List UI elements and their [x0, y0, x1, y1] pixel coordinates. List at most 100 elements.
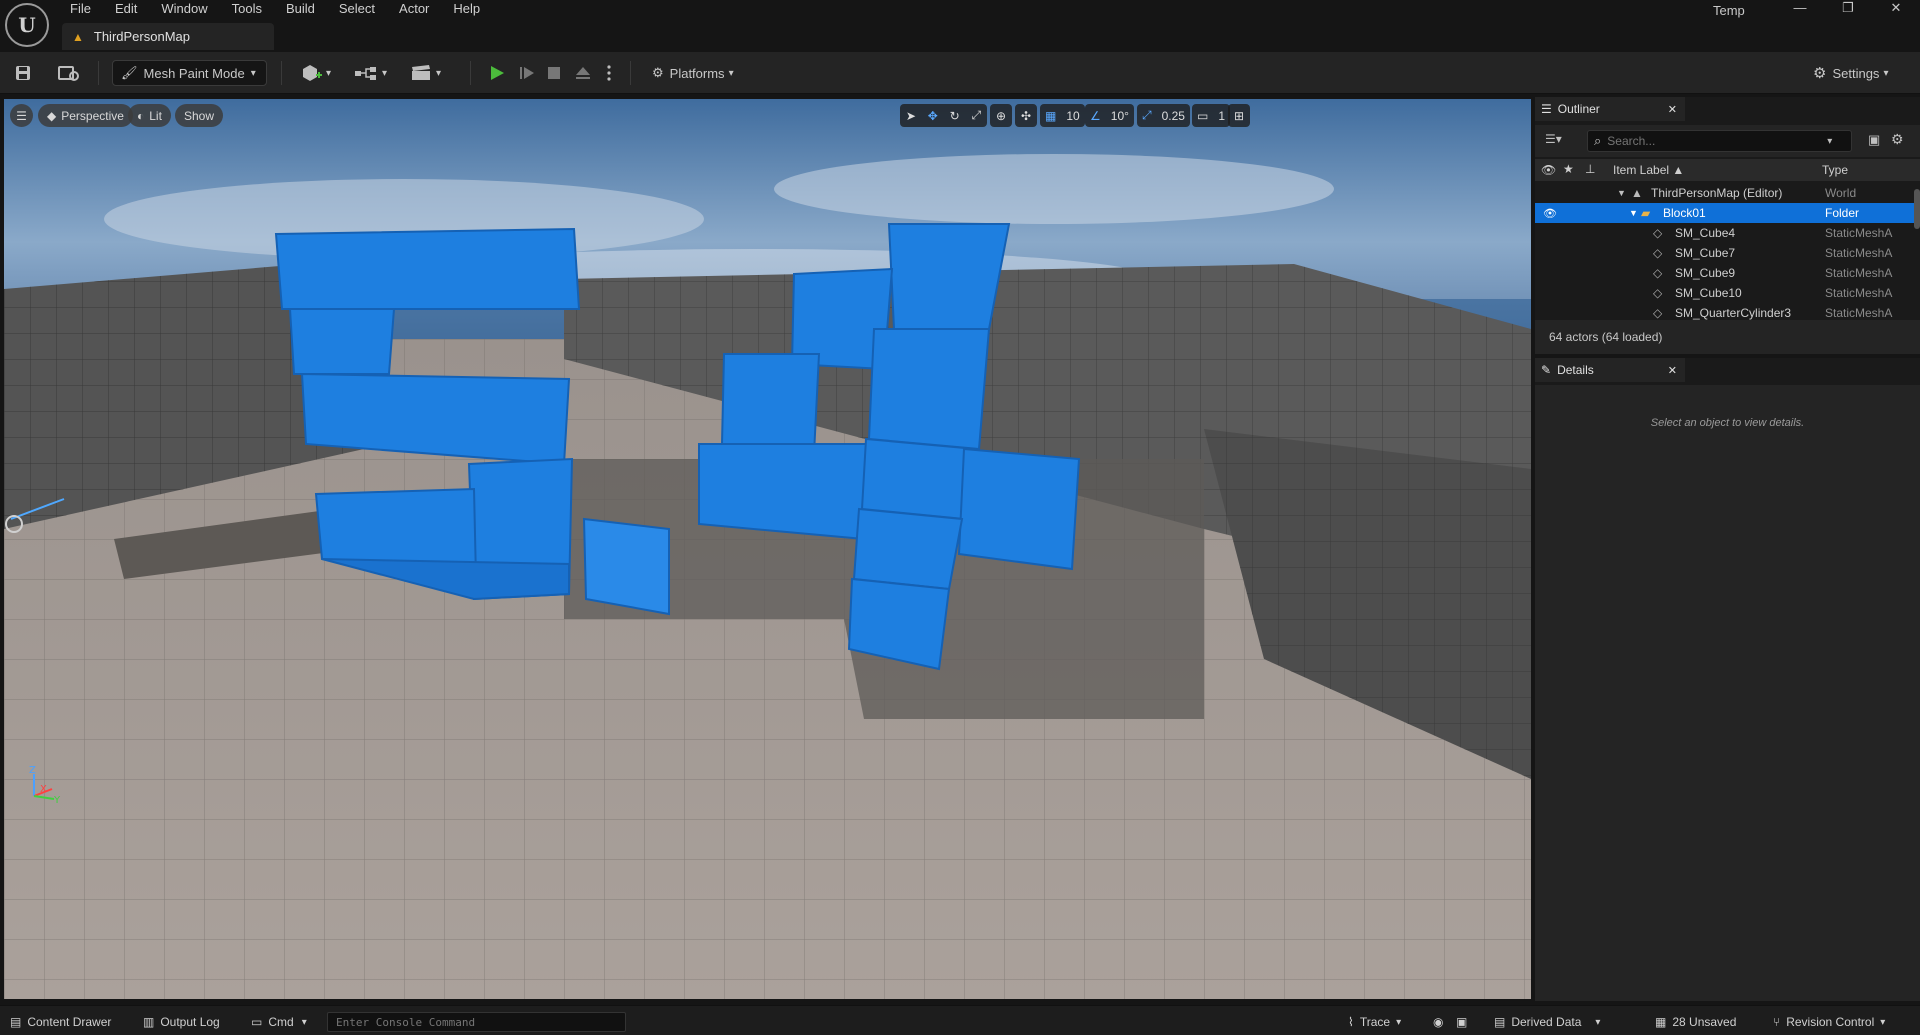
outliner-scrollbar[interactable] — [1914, 189, 1920, 229]
hamburger-icon: ☰ — [16, 108, 27, 123]
outliner-search-field[interactable]: ⌕ ▾ — [1587, 130, 1852, 152]
cube-single[interactable] — [582, 517, 670, 616]
perspective-button[interactable]: ◆ Perspective — [38, 104, 133, 127]
filter-icon[interactable]: ☰▾ — [1545, 132, 1562, 146]
rotation-snap-button[interactable]: ∠ 10° — [1085, 104, 1134, 127]
column-type[interactable]: Type — [1822, 163, 1848, 177]
scale-tool-icon[interactable]: ⤢ — [966, 108, 986, 123]
document-tab[interactable]: ▲ ThirdPersonMap — [62, 23, 274, 50]
expand-icon[interactable]: ▼ — [1629, 208, 1638, 218]
menu-build[interactable]: Build — [274, 0, 327, 18]
tree-row[interactable]: ◇ SM_Cube9 StaticMeshA — [1535, 263, 1920, 283]
chevron-down-icon: ▾ — [326, 67, 332, 79]
outliner-tab[interactable]: ☰ Outliner ✕ — [1535, 97, 1685, 121]
chevron-down-icon: ▾ — [301, 1016, 307, 1028]
more-options-icon[interactable] — [606, 60, 612, 86]
tree-row-type: StaticMeshA — [1825, 306, 1893, 320]
mode-label: Mesh Paint Mode — [143, 65, 245, 81]
menu-file[interactable]: File — [58, 0, 103, 18]
level-viewport[interactable]: Z X Y ☰ ◆ Perspective ◐ Lit Show ➤ ✥ ↻ ⤢ ⊕… — [4, 99, 1531, 999]
menu-actor[interactable]: Actor — [387, 0, 441, 18]
tree-row[interactable]: ◇ SM_Cube7 StaticMeshA — [1535, 243, 1920, 263]
cinematics-button[interactable]: ▾ — [410, 60, 441, 86]
revision-control-button[interactable]: ⑂ Revision Control ▾ — [1773, 1012, 1885, 1032]
settings-button[interactable]: ⚙ Settings ▾ — [1813, 60, 1888, 86]
console-command-field[interactable] — [327, 1012, 626, 1032]
add-folder-icon[interactable]: ▣ — [1868, 132, 1880, 148]
view-mode-button[interactable]: ◐ Lit — [128, 104, 171, 127]
surface-snap-button[interactable]: ✣ — [1015, 104, 1037, 127]
restore-icon[interactable]: ❐ — [1824, 0, 1872, 16]
move-tool-icon[interactable]: ✥ — [923, 109, 943, 123]
mode-selector-button[interactable]: 🖌 Mesh Paint Mode ▾ — [112, 60, 267, 86]
tree-row-label: SM_Cube4 — [1675, 226, 1736, 240]
outliner-icon: ☰ — [1541, 102, 1552, 116]
viewport-menu-button[interactable]: ☰ — [10, 104, 33, 127]
world-space-button[interactable]: ⊕ — [990, 104, 1012, 127]
play-icon[interactable] — [488, 60, 506, 86]
visibility-icon[interactable]: 👁 — [1543, 207, 1557, 220]
tree-row-folder-selected[interactable]: 👁 ▼ ▰ Block01 Folder — [1535, 203, 1920, 223]
stop-icon[interactable] — [546, 60, 562, 86]
outliner-tree: ▼ ▲ ThirdPersonMap (Editor) World 👁 ▼ ▰ … — [1535, 183, 1920, 320]
expand-icon[interactable]: ▼ — [1617, 188, 1626, 198]
trace-button[interactable]: ⌇ Trace ▾ — [1348, 1012, 1401, 1032]
chevron-down-icon: ▾ — [250, 67, 256, 79]
tree-row[interactable]: ◇ SM_Cube4 StaticMeshA — [1535, 223, 1920, 243]
content-drawer-button[interactable]: ▤ Content Drawer — [10, 1012, 111, 1032]
details-empty-message: Select an object to view details. — [1650, 417, 1805, 429]
add-actor-button[interactable]: ▾ — [300, 60, 331, 86]
menu-tools[interactable]: Tools — [220, 0, 274, 18]
unsaved-button[interactable]: ▦ 28 Unsaved — [1655, 1012, 1736, 1032]
menu-help[interactable]: Help — [441, 0, 492, 18]
details-tab[interactable]: ✎ Details ✕ — [1535, 358, 1685, 382]
pencil-icon: ✎ — [1541, 363, 1552, 377]
browse-icon[interactable] — [58, 60, 80, 86]
record-icon[interactable]: ◉ — [1433, 1012, 1443, 1032]
tree-row-world[interactable]: ▼ ▲ ThirdPersonMap (Editor) World — [1535, 183, 1920, 203]
derived-data-button[interactable]: ▤ Derived Data ▾ — [1494, 1012, 1600, 1032]
details-panel: ✎ Details ✕ Select an object to view det… — [1535, 358, 1920, 1001]
brush-icon: 🖌 — [121, 65, 138, 80]
select-tool-icon[interactable]: ➤ — [901, 109, 921, 123]
minimize-icon[interactable]: — — [1776, 0, 1824, 16]
close-window-icon[interactable]: ✕ — [1872, 0, 1920, 16]
menu-select[interactable]: Select — [327, 0, 387, 18]
viewport-scene[interactable]: Z X Y — [4, 99, 1531, 999]
console-command-input[interactable] — [336, 1015, 616, 1029]
outliner-search-input[interactable] — [1607, 134, 1828, 148]
camera-icon: ▭ — [1197, 108, 1209, 123]
tree-row[interactable]: ◇ SM_QuarterCylinder3 StaticMeshA — [1535, 303, 1920, 320]
layout-button[interactable]: ⊞ — [1228, 104, 1250, 127]
scale-snap-button[interactable]: ⤢ 0.25 — [1137, 104, 1190, 127]
unreal-logo-icon[interactable]: U — [5, 3, 49, 47]
actor-count: 64 actors (64 loaded) — [1549, 330, 1663, 344]
tree-row-type: StaticMeshA — [1825, 226, 1893, 240]
screenshot-icon[interactable]: ▣ — [1456, 1012, 1467, 1032]
tree-row[interactable]: ◇ SM_Cube10 StaticMeshA — [1535, 283, 1920, 303]
save-icon[interactable] — [14, 60, 32, 86]
menu-edit[interactable]: Edit — [103, 0, 149, 18]
show-button[interactable]: Show — [175, 104, 224, 127]
static-mesh-icon: ◇ — [1653, 306, 1663, 320]
output-log-button[interactable]: ▥ Output Log — [143, 1012, 220, 1032]
platforms-button[interactable]: ⚙ Platforms ▾ — [652, 60, 734, 86]
menu-window[interactable]: Window — [149, 0, 219, 18]
rotate-tool-icon[interactable]: ↻ — [945, 109, 965, 123]
chevron-down-icon[interactable]: ▾ — [1827, 136, 1832, 147]
cmd-button[interactable]: ▭ Cmd ▾ — [251, 1012, 307, 1032]
close-icon[interactable]: ✕ — [1668, 103, 1677, 116]
grid-snap-button[interactable]: ▦ 10 — [1040, 104, 1085, 127]
camera-speed-button[interactable]: ▭ 1 — [1192, 104, 1231, 127]
eject-icon[interactable] — [574, 60, 592, 86]
cube-icon: ◆ — [47, 108, 57, 123]
cube-group-5[interactable] — [274, 227, 581, 601]
column-item-label[interactable]: Item Label ▲ — [1613, 163, 1684, 177]
close-icon[interactable]: ✕ — [1668, 364, 1677, 377]
platforms-label: Platforms — [669, 65, 725, 81]
static-mesh-icon: ◇ — [1653, 246, 1663, 260]
blueprint-button[interactable]: ▾ — [354, 60, 387, 86]
visibility-icon: 👁 — [1541, 163, 1557, 177]
gear-icon[interactable]: ⚙ — [1891, 131, 1904, 148]
advance-frame-icon[interactable] — [518, 60, 536, 86]
